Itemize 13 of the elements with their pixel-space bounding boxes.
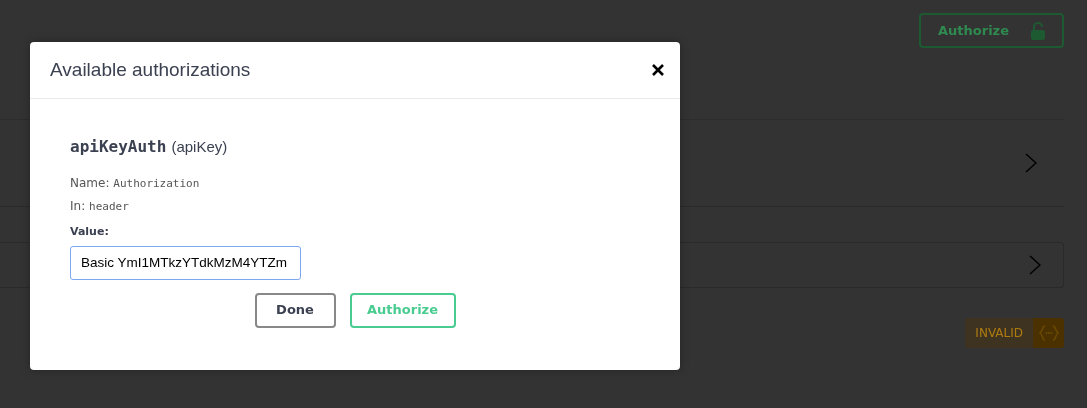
field-info: Name: Authorization	[70, 175, 201, 192]
field-label: Value:	[70, 224, 110, 240]
scheme-name: apiKeyAuth	[70, 137, 167, 156]
field-info: In: header	[70, 198, 130, 215]
chevron-right-icon[interactable]	[1025, 153, 1037, 173]
modal-title: Available authorizations	[50, 58, 251, 82]
input-field[interactable]: Basic YmI1MTkzYTdkMzM4YTZm	[70, 245, 301, 280]
scheme-type: (apiKey)	[171, 138, 228, 155]
chevron-right-icon[interactable]	[1029, 255, 1041, 275]
close-icon[interactable]	[652, 64, 664, 76]
braces-icon	[1038, 325, 1059, 341]
done-button[interactable]: Done	[254, 292, 336, 328]
padlock-icon	[1031, 21, 1045, 40]
